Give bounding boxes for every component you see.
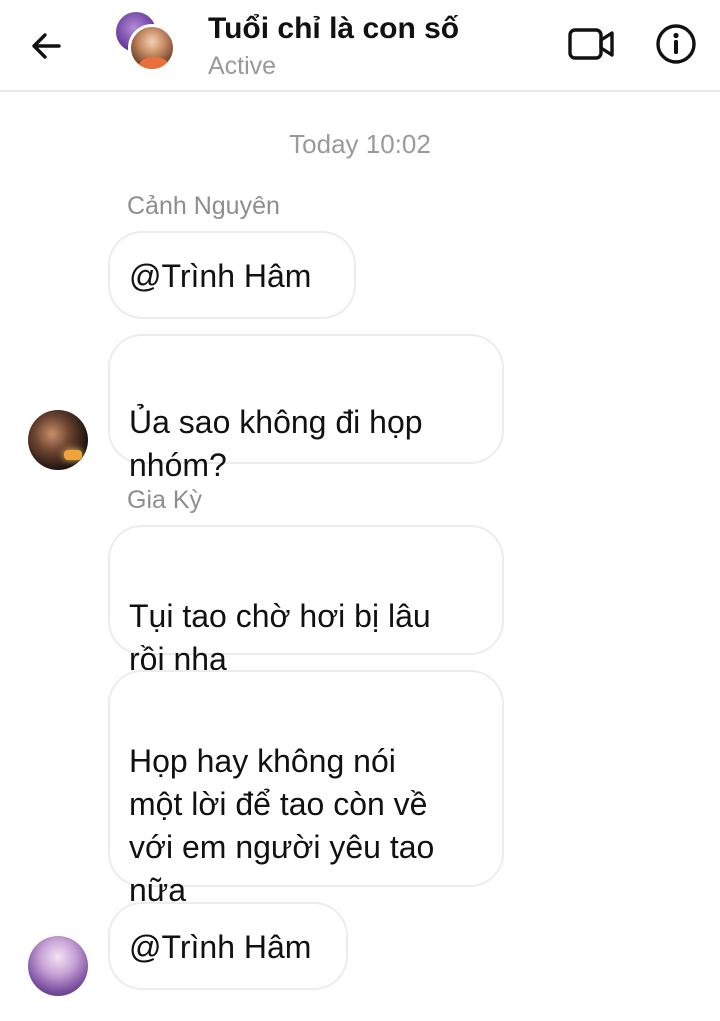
sender-avatar-canh-nguyen[interactable] xyxy=(28,410,88,470)
message-timestamp: Today 10:02 xyxy=(289,129,431,159)
message-text: Ủa sao không đi họp nhóm? xyxy=(129,404,423,483)
video-call-icon xyxy=(568,28,614,60)
back-button[interactable] xyxy=(24,24,68,68)
message-bubble[interactable]: Tụi tao chờ hơi bị lâu rồi nha xyxy=(108,525,504,720)
chat-title: Tuổi chỉ là con số xyxy=(208,12,460,45)
messenger-chat-screen: Tuổi chỉ là con số Active Today 10:02 Cả… xyxy=(0,0,720,1021)
active-status: Active xyxy=(208,52,277,80)
message-text: @Trình Hâm xyxy=(129,929,312,965)
message-bubble[interactable]: Họp hay không nói một lời để tao còn về … xyxy=(108,670,504,951)
message-bubble[interactable]: @Trình Hâm xyxy=(108,902,348,990)
sender-name: Gia Kỳ xyxy=(127,486,203,514)
sender-name: Cảnh Nguyên xyxy=(127,192,280,220)
chat-title-block[interactable]: Tuổi chỉ là con số Active xyxy=(208,10,459,82)
info-button[interactable] xyxy=(654,22,698,66)
message-text: @Trình Hâm xyxy=(129,258,312,294)
video-call-button[interactable] xyxy=(566,24,618,64)
arrow-back-icon xyxy=(32,33,61,59)
message-bubble[interactable]: Ủa sao không đi họp nhóm? xyxy=(108,334,504,483)
group-avatar-member-2 xyxy=(128,24,176,72)
info-icon xyxy=(656,24,696,64)
sender-avatar-gia-ky[interactable] xyxy=(28,936,88,996)
message-text: Tụi tao chờ hơi bị lâu rồi nha xyxy=(129,598,431,677)
chat-header: Tuổi chỉ là con số Active xyxy=(0,0,720,92)
message-bubble[interactable]: @Trình Hâm xyxy=(108,231,356,319)
group-avatar[interactable] xyxy=(116,12,180,76)
message-text: Họp hay không nói một lời để tao còn về … xyxy=(129,743,435,908)
